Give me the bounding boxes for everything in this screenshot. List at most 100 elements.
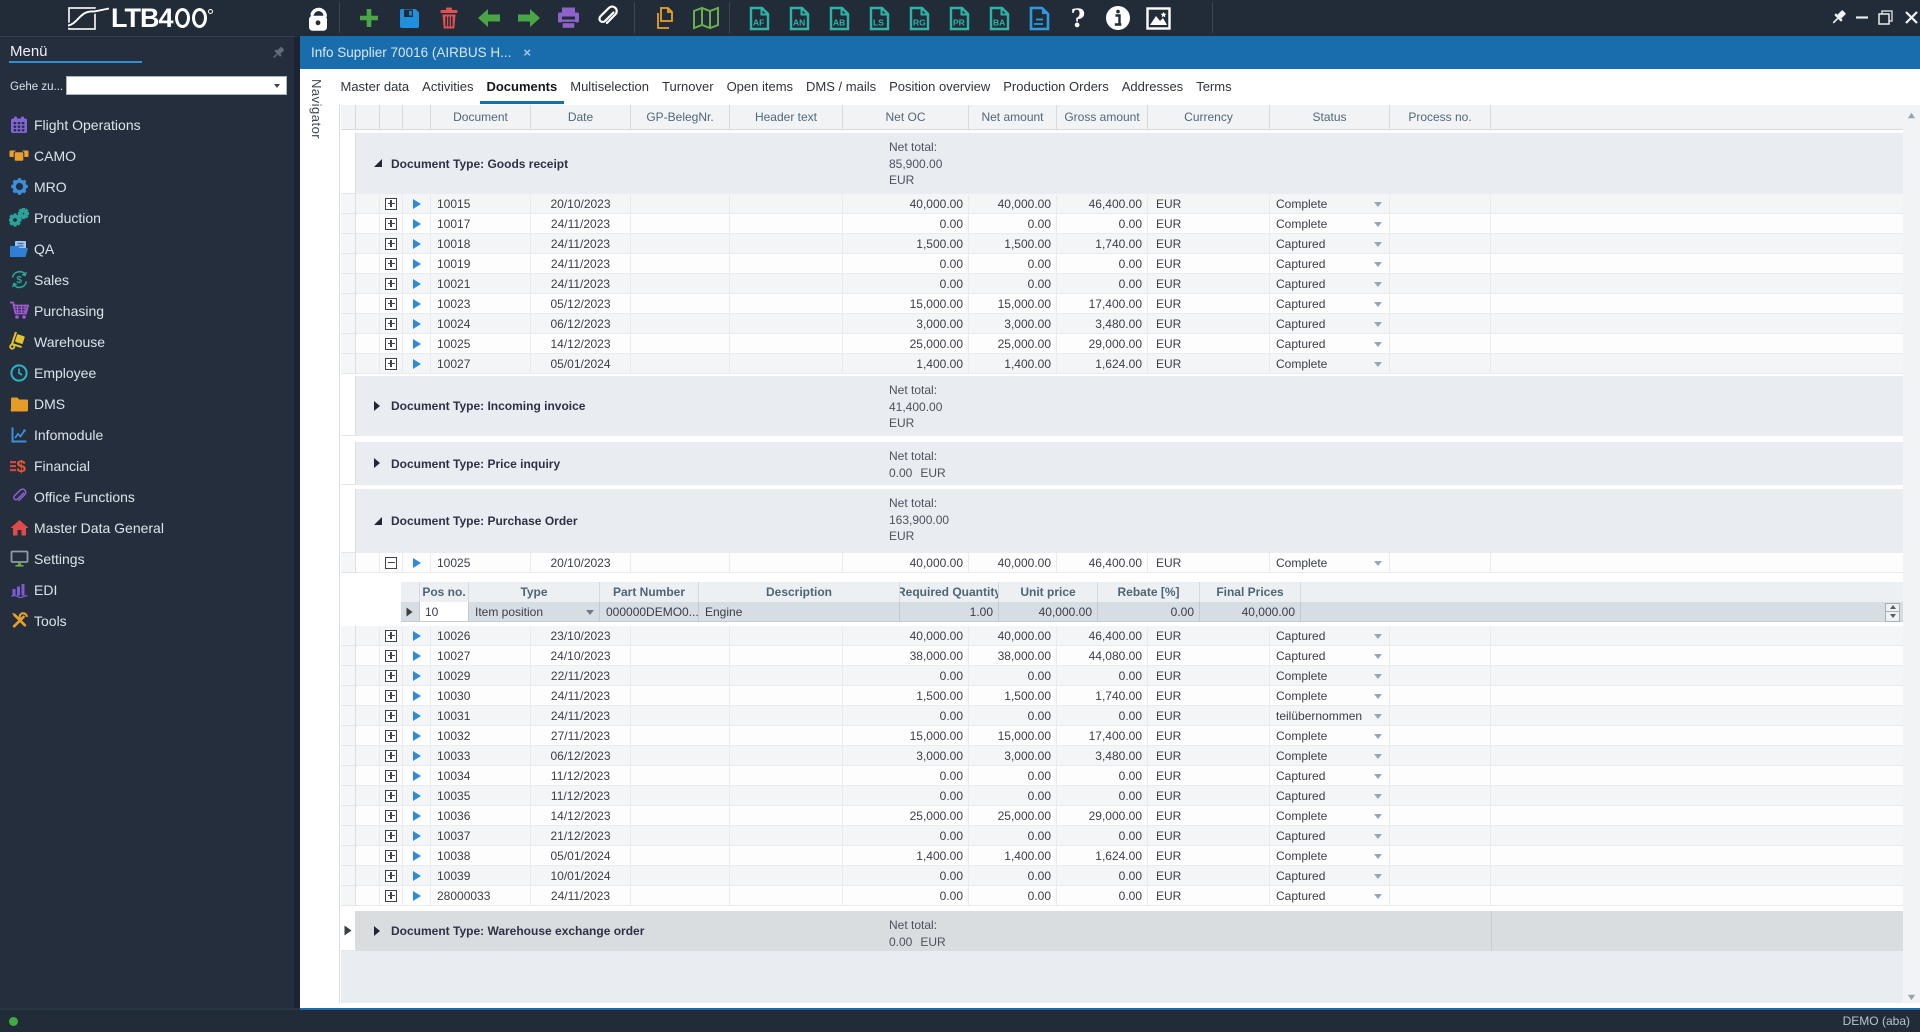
sidebar-item-mro[interactable]: MRO: [0, 171, 300, 202]
detail-column-header-qty[interactable]: Required Quantity: [900, 582, 999, 602]
group-expand-icon[interactable]: [374, 458, 385, 469]
open-document-icon[interactable]: [412, 358, 421, 369]
info-icon[interactable]: [1103, 3, 1133, 33]
detail-cell-pos[interactable]: 10: [420, 602, 469, 621]
table-row[interactable]: 28000033 24/11/2023 0.00 0.00 0.00 EUR Capture…: [341, 886, 1904, 906]
table-row[interactable]: 10031 24/11/2023 0.00 0.00 0.00 EUR teilüberno…: [341, 706, 1904, 726]
doc-pr-button[interactable]: PR: [944, 3, 974, 33]
table-row[interactable]: 10026 23/10/2023 40,000.00 40,000.00 46,400.…: [341, 626, 1904, 646]
sidebar-item-production[interactable]: Production: [0, 202, 300, 233]
status-dropdown[interactable]: Complete: [1270, 726, 1390, 746]
expand-detail-icon[interactable]: [385, 357, 397, 370]
expand-detail-icon[interactable]: [385, 217, 397, 230]
group-row[interactable]: Document Type: Warehouse exchange order N…: [341, 911, 1904, 951]
column-header-currency[interactable]: Currency: [1148, 105, 1270, 130]
tab-open-items[interactable]: Open items: [720, 70, 799, 104]
open-document-icon[interactable]: [412, 650, 421, 661]
close-button[interactable]: [1900, 6, 1920, 28]
minimize-button[interactable]: [1851, 6, 1873, 28]
open-document-icon[interactable]: [412, 870, 421, 881]
table-row[interactable]: 10017 24/11/2023 0.00 0.00 0.00 EUR Complete: [341, 214, 1904, 234]
detail-type-dropdown[interactable]: Item position: [469, 602, 600, 621]
open-document-icon[interactable]: [412, 557, 421, 568]
status-dropdown[interactable]: Complete: [1270, 194, 1390, 214]
status-dropdown[interactable]: Complete: [1270, 214, 1390, 234]
column-header-status[interactable]: Status: [1270, 105, 1390, 130]
detail-column-header-desc[interactable]: Description: [699, 582, 900, 602]
table-row[interactable]: 10021 24/11/2023 0.00 0.00 0.00 EUR Captured: [341, 274, 1904, 294]
status-dropdown[interactable]: Captured: [1270, 314, 1390, 334]
save-button[interactable]: [394, 3, 424, 33]
column-header-netamount[interactable]: Net amount: [969, 105, 1057, 130]
open-document-icon[interactable]: [412, 238, 421, 249]
sidebar-item-financial[interactable]: $ Financial: [0, 450, 300, 481]
open-document-icon[interactable]: [412, 318, 421, 329]
table-row[interactable]: 10027 24/10/2023 38,000.00 38,000.00 44,080.…: [341, 646, 1904, 666]
doc-ls-button[interactable]: LS: [864, 3, 894, 33]
status-dropdown[interactable]: Captured: [1270, 626, 1390, 646]
expand-detail-icon[interactable]: [385, 769, 397, 782]
table-row[interactable]: 10035 11/12/2023 0.00 0.00 0.00 EUR Captured: [341, 786, 1904, 806]
sidebar-item-purchasing[interactable]: Purchasing: [0, 295, 300, 326]
sidebar-item-dms[interactable]: DMS: [0, 388, 300, 419]
open-document-icon[interactable]: [412, 338, 421, 349]
sidebar-item-tools[interactable]: Tools: [0, 605, 300, 636]
open-document-icon[interactable]: [412, 690, 421, 701]
sidebar-item-infomodule[interactable]: Infomodule: [0, 419, 300, 450]
expand-detail-icon[interactable]: [385, 317, 397, 330]
sidebar-item-edi[interactable]: EDI: [0, 574, 300, 605]
expand-detail-icon[interactable]: [385, 749, 397, 762]
navigator-panel[interactable]: Navigator: [300, 69, 340, 1008]
open-document-icon[interactable]: [412, 218, 421, 229]
tab-multiselection[interactable]: Multiselection: [564, 70, 656, 104]
open-document-icon[interactable]: [412, 850, 421, 861]
column-header-gross[interactable]: Gross amount: [1057, 105, 1148, 130]
status-dropdown[interactable]: Complete: [1270, 846, 1390, 866]
sidebar-pin-icon[interactable]: [270, 45, 286, 61]
detail-column-header-part[interactable]: Part Number: [600, 582, 699, 602]
status-dropdown[interactable]: Captured: [1270, 254, 1390, 274]
expand-detail-icon[interactable]: [385, 237, 397, 250]
expand-detail-icon[interactable]: [385, 889, 397, 902]
image-icon[interactable]: [1143, 3, 1173, 33]
open-document-icon[interactable]: [412, 810, 421, 821]
back-button[interactable]: [474, 3, 504, 33]
sidebar-item-warehouse[interactable]: Warehouse: [0, 326, 300, 357]
blue-document-icon[interactable]: [1024, 3, 1054, 33]
lock-icon[interactable]: [303, 3, 333, 33]
table-row[interactable]: 10037 21/12/2023 0.00 0.00 0.00 EUR Captured: [341, 826, 1904, 846]
vertical-scrollbar[interactable]: [1903, 105, 1920, 1003]
restore-button[interactable]: [1874, 6, 1896, 28]
tab-position-overview[interactable]: Position overview: [883, 70, 997, 104]
open-document-icon[interactable]: [412, 710, 421, 721]
open-document-icon[interactable]: [412, 750, 421, 761]
group-row[interactable]: Document Type: Purchase Order Net total: 1…: [341, 489, 1904, 553]
expand-detail-icon[interactable]: [385, 849, 397, 862]
column-header-headertext[interactable]: Header text: [730, 105, 843, 130]
detail-column-header-pos[interactable]: Pos no.: [420, 582, 469, 602]
pin-icon[interactable]: [1827, 6, 1849, 28]
tab-turnover[interactable]: Turnover: [656, 70, 721, 104]
expand-detail-icon[interactable]: [385, 257, 397, 270]
detail-column-header-final[interactable]: Final Prices: [1200, 582, 1301, 602]
table-row[interactable]: 10024 06/12/2023 3,000.00 3,000.00 3,480.00 E…: [341, 314, 1904, 334]
detail-column-header-type[interactable]: Type: [469, 582, 600, 602]
sidebar-item-sales[interactable]: $ Sales: [0, 264, 300, 295]
table-row[interactable]: 10039 10/01/2024 0.00 0.00 0.00 EUR Captured: [341, 866, 1904, 886]
spin-down-button[interactable]: [1885, 612, 1900, 622]
add-button[interactable]: [354, 3, 384, 33]
group-row[interactable]: Document Type: Price inquiry Net total: 0.…: [341, 442, 1904, 485]
print-button[interactable]: [553, 3, 583, 33]
expand-detail-icon[interactable]: [385, 689, 397, 702]
column-header-date[interactable]: Date: [531, 105, 631, 130]
column-header-gp[interactable]: GP-BelegNr.: [631, 105, 730, 130]
column-header-process[interactable]: Process no.: [1390, 105, 1491, 130]
table-row[interactable]: 10018 24/11/2023 1,500.00 1,500.00 1,740.00 E…: [341, 234, 1904, 254]
document-tab[interactable]: Info Supplier 70016 (AIRBUS H... ×: [300, 36, 543, 69]
tab-addresses[interactable]: Addresses: [1115, 70, 1189, 104]
open-document-icon[interactable]: [412, 630, 421, 641]
expand-detail-icon[interactable]: [385, 649, 397, 662]
sidebar-item-master-data-general[interactable]: Master Data General: [0, 512, 300, 543]
open-document-icon[interactable]: [412, 770, 421, 781]
status-dropdown[interactable]: Captured: [1270, 274, 1390, 294]
